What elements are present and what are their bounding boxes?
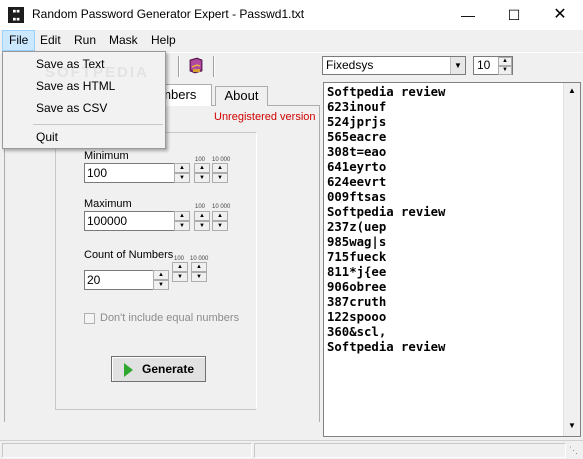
chevron-up-icon[interactable]: ▲ (568, 86, 576, 95)
password-line: 308t=eao (327, 145, 387, 159)
tab-about[interactable]: About (215, 86, 268, 106)
password-line: 624eevrt (327, 175, 387, 189)
chevron-up-icon[interactable]: ▲ (212, 211, 228, 221)
status-cell (2, 443, 252, 458)
password-line: 122spooo (327, 310, 387, 324)
menu-item-save-as-csv[interactable]: Save as CSV (5, 97, 163, 119)
title-bar: ▪▪ ▪▪ Random Password Generator Expert - … (0, 0, 583, 30)
file-menu-dropdown: SOFTPEDIA Save as Text Save as HTML Save… (2, 51, 166, 149)
chevron-down-icon[interactable]: ▼ (153, 280, 169, 290)
chevron-up-icon[interactable]: ▲ (174, 163, 190, 173)
password-list: Softpedia review 623inouf 524jprjs 565eacre… (327, 85, 445, 355)
chevron-up-icon[interactable]: ▲ (174, 211, 190, 221)
unregistered-notice: Unregistered version (214, 111, 316, 123)
chevron-up-icon[interactable]: ▲ (194, 211, 210, 221)
chevron-up-icon[interactable]: ▲ (191, 262, 207, 272)
chevron-down-icon[interactable]: ▼ (174, 221, 190, 231)
password-line: Softpedia review (327, 205, 446, 219)
password-line: 985wag|s (327, 235, 387, 249)
maximum-label: Maximum (84, 198, 132, 210)
step-10000-label: 10 000 (212, 204, 231, 210)
minimum-input[interactable]: 100 (84, 163, 174, 183)
no-equal-numbers-label: Don't include equal numbers (100, 312, 240, 324)
no-equal-numbers-checkbox[interactable] (84, 313, 95, 324)
menu-bar: File Edit Run Mask Help (0, 30, 583, 51)
play-icon (124, 363, 133, 377)
chevron-up-icon[interactable]: ▲ (153, 270, 169, 280)
menu-run[interactable]: Run (68, 30, 102, 51)
chevron-down-icon[interactable]: ▼ (568, 421, 576, 430)
chevron-down-icon[interactable]: ▼ (194, 221, 210, 231)
font-select-value: Fixedsys (326, 58, 374, 72)
maximize-button[interactable]: ☐ (491, 0, 537, 30)
password-line: 387cruth (327, 295, 387, 309)
font-size-up-button[interactable]: ▲ (498, 57, 512, 66)
chevron-up-icon[interactable]: ▲ (212, 163, 228, 173)
font-size-value: 10 (477, 58, 491, 72)
maximum-stepper[interactable]: ▲ ▼ (174, 211, 190, 231)
window-title: Random Password Generator Expert - Passw… (32, 7, 305, 21)
book-icon[interactable] (188, 57, 204, 74)
count-label: Count of Numbers (84, 249, 174, 261)
step-100-label: 100 (195, 204, 206, 210)
status-bar: ⋱ (0, 440, 583, 459)
password-line: Softpedia review (327, 85, 446, 99)
password-line: 715fueck (327, 250, 387, 264)
password-line: 009ftsas (327, 190, 387, 204)
password-line: 811*j{ee (327, 265, 387, 279)
password-line: 237z(uep (327, 220, 387, 234)
password-line: 906obree (327, 280, 387, 294)
chevron-down-icon[interactable]: ▼ (194, 173, 210, 183)
generate-label: Generate (142, 362, 195, 376)
chevron-down-icon[interactable]: ▼ (174, 173, 190, 183)
app-icon: ▪▪ ▪▪ (8, 7, 24, 23)
status-cell (254, 443, 566, 458)
toolbar-separator (178, 56, 180, 77)
password-line: 524jprjs (327, 115, 387, 129)
menu-mask[interactable]: Mask (103, 30, 144, 51)
menu-separator (33, 124, 163, 125)
chevron-up-icon[interactable]: ▲ (172, 262, 188, 272)
menu-edit[interactable]: Edit (34, 30, 67, 51)
chevron-down-icon[interactable]: ▼ (450, 57, 465, 74)
password-line: 565eacre (327, 130, 387, 144)
count-input[interactable]: 20 (84, 270, 154, 290)
font-select[interactable]: Fixedsys ▼ (322, 56, 466, 75)
font-size-down-button[interactable]: ▼ (498, 66, 512, 75)
minimum-stepper[interactable]: ▲ ▼ (174, 163, 190, 183)
chevron-down-icon[interactable]: ▼ (172, 272, 188, 282)
maximum-stepper-100[interactable]: ▲ ▼ (194, 211, 210, 231)
chevron-down-icon[interactable]: ▼ (212, 221, 228, 231)
password-line: Softpedia review (327, 340, 446, 354)
count-stepper-10000[interactable]: ▲ ▼ (191, 262, 207, 282)
count-stepper-100[interactable]: ▲ ▼ (172, 262, 188, 282)
vertical-scrollbar[interactable]: ▲ ▼ (563, 83, 580, 436)
minimum-stepper-100[interactable]: ▲ ▼ (194, 163, 210, 183)
generate-button[interactable]: Generate (111, 356, 206, 382)
maximum-input[interactable]: 100000 (84, 211, 174, 231)
menu-help[interactable]: Help (145, 30, 182, 51)
minimize-button[interactable]: — (445, 0, 491, 30)
password-line: 623inouf (327, 100, 387, 114)
horizontal-scrollbar[interactable] (4, 422, 320, 437)
chevron-up-icon[interactable]: ▲ (194, 163, 210, 173)
chevron-down-icon[interactable]: ▼ (212, 173, 228, 183)
password-output[interactable]: Softpedia review 623inouf 524jprjs 565eacre… (323, 82, 581, 437)
menu-item-quit[interactable]: Quit (5, 126, 163, 148)
toolbar-separator (213, 56, 215, 77)
menu-item-save-as-html[interactable]: Save as HTML (5, 75, 163, 97)
password-line: 641eyrto (327, 160, 387, 174)
minimum-label: Minimum (84, 150, 129, 162)
chevron-down-icon[interactable]: ▼ (191, 272, 207, 282)
maximum-stepper-10000[interactable]: ▲ ▼ (212, 211, 228, 231)
password-line: 360&scl, (327, 325, 387, 339)
count-stepper[interactable]: ▲ ▼ (153, 270, 169, 290)
resize-grip-icon[interactable]: ⋱ (569, 445, 581, 457)
minimum-stepper-10000[interactable]: ▲ ▼ (212, 163, 228, 183)
menu-file[interactable]: File (2, 30, 36, 51)
menu-item-save-as-text[interactable]: Save as Text (5, 53, 163, 75)
close-button[interactable]: ✕ (537, 0, 583, 30)
